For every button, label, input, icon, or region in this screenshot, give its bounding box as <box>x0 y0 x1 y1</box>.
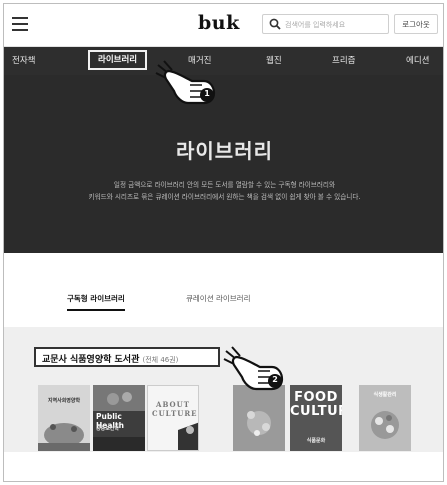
book-cover-art <box>178 422 198 450</box>
book-cover[interactable]: Public Health 공중보건학 <box>93 385 145 451</box>
pointing-hand-icon <box>155 60 216 105</box>
site-logo[interactable]: buk <box>198 12 240 34</box>
tab-curation-library[interactable]: 큐레이션 라이브러리 <box>186 293 250 309</box>
collection-count: (전체 46권) <box>142 356 179 364</box>
collection-title-box[interactable]: 교문사 식품영양학 도서관 (전체 46권) <box>34 347 220 367</box>
collection-name: 교문사 식품영양학 도서관 <box>42 355 140 365</box>
book-cover[interactable] <box>233 385 285 451</box>
app-window: buk 로그아웃 전자책 라이브러리 매거진 웹진 프리즘 에디션 라이브러리 … <box>3 3 444 482</box>
library-tabs: 구독형 라이브러리 큐레이션 라이브러리 <box>4 253 443 327</box>
hamburger-menu-icon[interactable] <box>12 17 28 31</box>
annotation-badge-1: 1 <box>204 89 210 98</box>
book-cover-art <box>247 411 271 436</box>
pointing-hand-icon <box>223 346 284 391</box>
annotation-pointer-1: 1 <box>154 59 220 107</box>
book-title: FOOD CULTURE <box>290 390 342 419</box>
hero-description-line-1: 일정 금액으로 라이브러리 안의 모든 도서를 열람할 수 있는 구독형 라이브… <box>113 181 336 189</box>
nav-item-edition[interactable]: 에디션 <box>406 47 429 75</box>
page-footer-space <box>4 452 443 481</box>
book-cover[interactable]: FOOD CULTURE 식품문화 <box>290 385 342 451</box>
annotation-badge-2: 2 <box>272 375 278 384</box>
top-header: buk 로그아웃 <box>4 4 443 47</box>
search-icon[interactable] <box>269 18 281 30</box>
hero-description-line-2: 키워드와 시리즈로 묶은 큐레이션 라이브러리에서 원하는 책을 검색 없이 쉽… <box>88 193 361 201</box>
main-nav: 전자책 라이브러리 매거진 웹진 프리즘 에디션 <box>4 47 443 75</box>
book-cover[interactable]: 식생활관리 <box>359 385 411 451</box>
book-cover[interactable]: ABOUT CULTURE <box>147 385 199 451</box>
hero-banner: 라이브러리 일정 금액으로 라이브러리 안의 모든 도서를 열람할 수 있는 구… <box>4 75 443 253</box>
nav-item-webzine[interactable]: 웹진 <box>266 47 282 75</box>
search-input[interactable] <box>285 17 385 32</box>
book-cover-art <box>371 411 399 439</box>
nav-item-prism[interactable]: 프리즘 <box>332 47 355 75</box>
tab-subscription-library[interactable]: 구독형 라이브러리 <box>67 293 125 311</box>
search-box[interactable] <box>262 14 389 34</box>
book-subtitle: 공중보건학 <box>96 426 120 432</box>
page-title: 라이브러리 <box>176 139 273 163</box>
nav-item-ebook[interactable]: 전자책 <box>12 47 35 75</box>
logout-button[interactable]: 로그아웃 <box>394 14 438 34</box>
nav-item-library[interactable]: 라이브러리 <box>88 50 148 70</box>
collection-title: 교문사 식품영양학 도서관 (전체 46권) <box>42 352 178 365</box>
book-cover[interactable]: 지역사회영양학 <box>38 385 90 451</box>
book-subtitle: 식품문화 <box>306 438 326 444</box>
book-cover-art <box>38 423 90 451</box>
annotation-pointer-2: 2 <box>222 345 288 393</box>
